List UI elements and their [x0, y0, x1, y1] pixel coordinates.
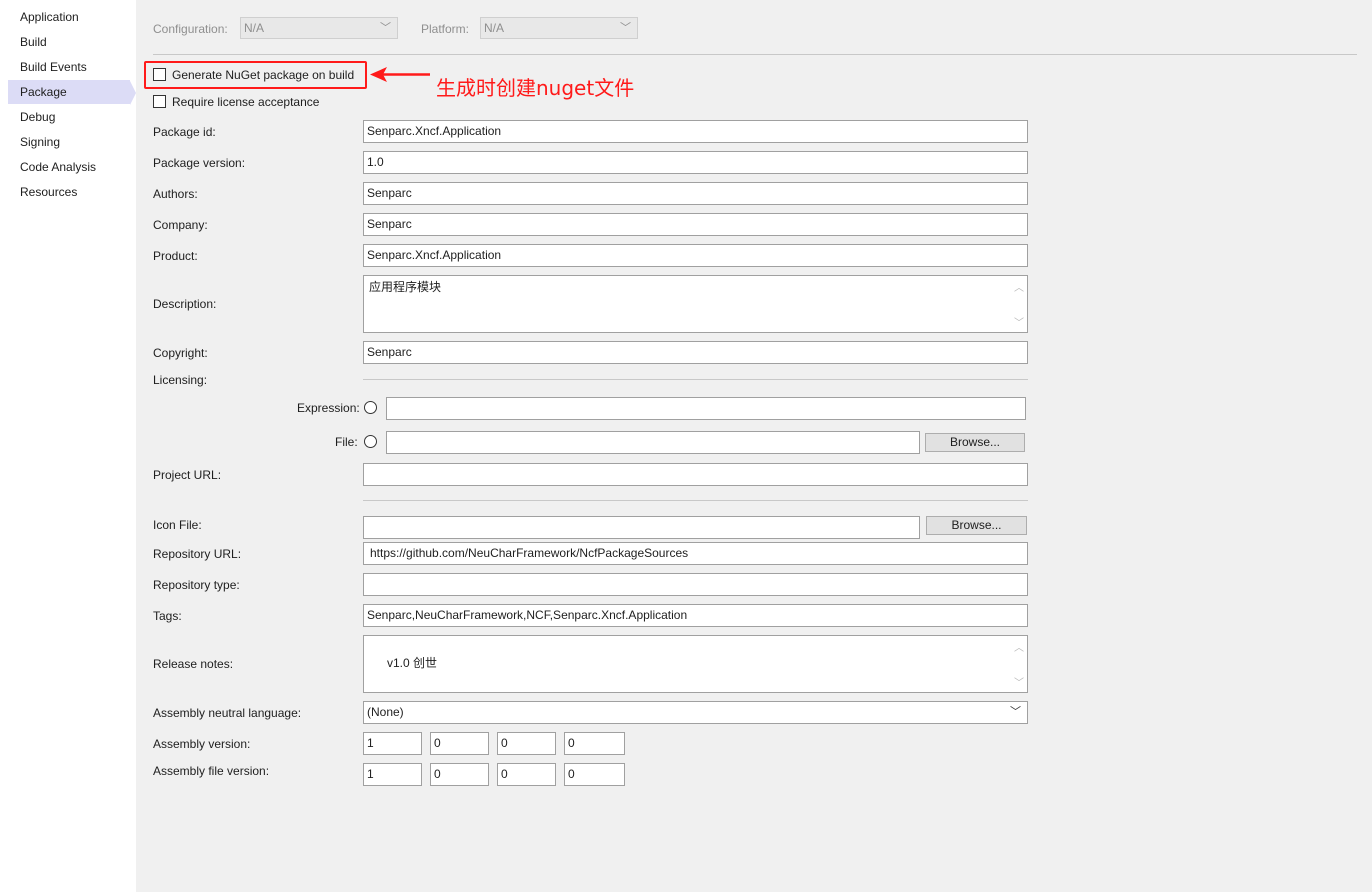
expression-label: Expression: [297, 401, 360, 415]
annotation-arrow-icon [370, 67, 430, 82]
annotation-text: 生成时创建nuget文件 [436, 76, 635, 100]
assembly-file-version-minor-input[interactable]: 0 [430, 763, 489, 786]
expression-radio[interactable] [364, 401, 377, 414]
file-input[interactable] [386, 431, 920, 454]
neutral-language-dropdown[interactable]: (None) ﹀ [363, 701, 1028, 724]
description-label: Description: [153, 297, 217, 311]
chevron-down-icon: ﹀ [380, 22, 391, 34]
assembly-file-version-build-input[interactable]: 0 [497, 763, 556, 786]
release-notes-textarea[interactable]: v1.0 创世 ︿ ﹀ [363, 635, 1028, 693]
assembly-file-version-label: Assembly file version: [153, 764, 270, 778]
sidebar-item-application[interactable]: Application [8, 5, 130, 29]
file-radio[interactable] [364, 435, 377, 448]
project-url-label: Project URL: [153, 468, 222, 482]
repository-url-label: Repository URL: [153, 547, 242, 561]
configuration-dropdown[interactable]: N/A ﹀ [240, 17, 398, 39]
assembly-version-revision-input[interactable]: 0 [564, 732, 625, 755]
description-text: 应用程序模块 [369, 280, 442, 294]
file-label: File: [335, 435, 358, 449]
active-tab-pointer [130, 81, 136, 105]
release-notes-scrollbar[interactable]: ︿ ﹀ [1010, 636, 1027, 692]
assembly-version-major-input[interactable]: 1 [363, 732, 422, 755]
assembly-file-version-revision-input[interactable]: 0 [564, 763, 625, 786]
release-notes-text: v1.0 创世 [387, 656, 438, 670]
require-license-label: Require license acceptance [172, 95, 320, 109]
icon-file-input[interactable] [363, 516, 920, 539]
repository-type-input[interactable] [363, 573, 1028, 596]
authors-label: Authors: [153, 187, 198, 201]
sidebar-item-debug[interactable]: Debug [8, 105, 130, 129]
tags-input[interactable]: Senparc,NeuCharFramework,NCF,Senparc.Xnc… [363, 604, 1028, 627]
expression-input[interactable] [386, 397, 1026, 420]
scroll-up-icon[interactable]: ︿ [1014, 639, 1024, 654]
sidebar: Application Build Build Events Package D… [0, 0, 136, 892]
authors-input[interactable]: Senparc [363, 182, 1028, 205]
package-id-input[interactable]: Senparc.Xncf.Application [363, 120, 1028, 143]
sidebar-item-build[interactable]: Build [8, 30, 130, 54]
product-input[interactable]: Senparc.Xncf.Application [363, 244, 1028, 267]
product-label: Product: [153, 249, 198, 263]
scroll-down-icon[interactable]: ﹀ [1014, 314, 1024, 329]
description-textarea[interactable]: 应用程序模块 ︿ ﹀ [363, 275, 1028, 333]
sidebar-item-build-events[interactable]: Build Events [8, 55, 130, 79]
assembly-version-minor-input[interactable]: 0 [430, 732, 489, 755]
icon-file-browse-button[interactable]: Browse... [926, 516, 1027, 535]
sidebar-item-resources[interactable]: Resources [8, 180, 130, 204]
top-divider [153, 54, 1357, 55]
neutral-language-label: Assembly neutral language: [153, 706, 302, 720]
description-scrollbar[interactable]: ︿ ﹀ [1010, 276, 1027, 332]
platform-value: N/A [484, 21, 505, 35]
require-license-checkbox[interactable] [153, 95, 166, 108]
company-label: Company: [153, 218, 208, 232]
chevron-down-icon: ﹀ [620, 22, 631, 34]
platform-dropdown[interactable]: N/A ﹀ [480, 17, 638, 39]
section-divider [363, 500, 1028, 501]
sidebar-item-package[interactable]: Package [8, 80, 130, 104]
file-browse-button[interactable]: Browse... [925, 433, 1025, 452]
licensing-label: Licensing: [153, 373, 208, 387]
sidebar-item-code-analysis[interactable]: Code Analysis [8, 155, 130, 179]
scroll-down-icon[interactable]: ﹀ [1014, 674, 1024, 689]
annotation-highlight-box [144, 61, 367, 89]
package-version-input[interactable]: 1.0 [363, 151, 1028, 174]
configuration-value: N/A [244, 21, 265, 35]
copyright-input[interactable]: Senparc [363, 341, 1028, 364]
release-notes-label: Release notes: [153, 657, 234, 671]
icon-file-label: Icon File: [153, 518, 202, 532]
repository-type-label: Repository type: [153, 578, 240, 592]
package-id-label: Package id: [153, 125, 216, 139]
repository-url-input[interactable]: https://github.com/NeuCharFramework/NcfP… [363, 542, 1028, 565]
assembly-file-version-major-input[interactable]: 1 [363, 763, 422, 786]
neutral-language-value: (None) [367, 705, 404, 719]
package-version-label: Package version: [153, 156, 246, 170]
assembly-version-label: Assembly version: [153, 737, 251, 751]
platform-label: Platform: [421, 22, 470, 36]
copyright-label: Copyright: [153, 346, 208, 360]
tags-label: Tags: [153, 609, 182, 623]
company-input[interactable]: Senparc [363, 213, 1028, 236]
sidebar-item-signing[interactable]: Signing [8, 130, 130, 154]
configuration-label: Configuration: [153, 22, 228, 36]
licensing-divider [363, 379, 1028, 380]
assembly-version-build-input[interactable]: 0 [497, 732, 556, 755]
chevron-down-icon: ﹀ [1010, 706, 1021, 718]
scroll-up-icon[interactable]: ︿ [1014, 279, 1024, 294]
project-url-input[interactable] [363, 463, 1028, 486]
